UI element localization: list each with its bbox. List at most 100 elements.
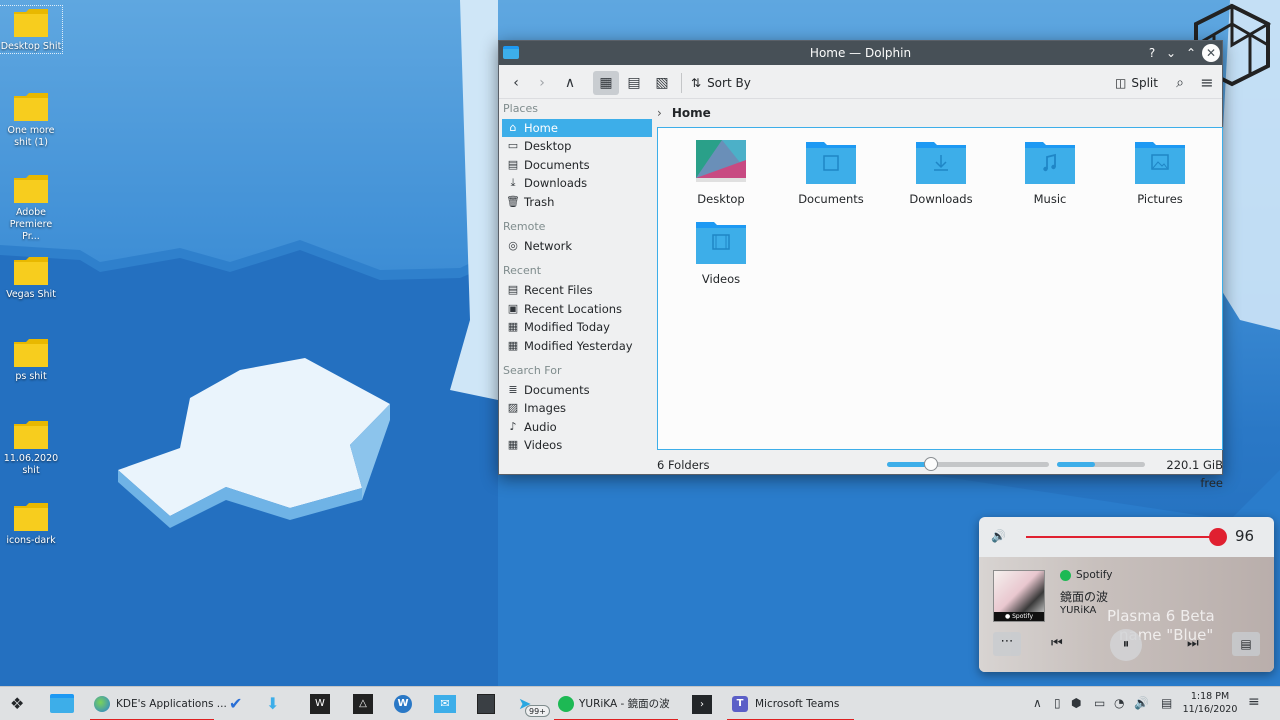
details-view-icon[interactable]: ▧ xyxy=(649,71,675,95)
task-kde-applications[interactable]: KDE's Applications ... xyxy=(90,687,227,720)
split-icon: ◫ xyxy=(1115,76,1127,90)
places-item[interactable]: ▦ Modified Yesterday xyxy=(502,337,652,355)
places-section-title: Places xyxy=(503,102,538,115)
desktop-folder[interactable]: Vegas Shit xyxy=(0,254,62,301)
dolphin-task-icon[interactable] xyxy=(50,694,74,713)
videos-icon: ▦ xyxy=(507,438,519,452)
places-item-label: Modified Yesterday xyxy=(524,338,633,353)
hamburger-menu-icon[interactable]: ≡ xyxy=(1194,71,1220,95)
file-item-label: Downloads xyxy=(909,192,973,206)
zoom-slider[interactable] xyxy=(887,457,1049,471)
task-spotify[interactable]: YURiKA - 鏡面の波 xyxy=(554,687,678,720)
places-item[interactable]: ▤ Documents xyxy=(502,156,652,174)
places-item[interactable]: ▤ Recent Files xyxy=(502,281,652,299)
places-item[interactable]: ▨ Images xyxy=(502,399,652,417)
compact-view-icon[interactable]: ▤ xyxy=(621,71,647,95)
sort-by-button[interactable]: ⇅ Sort By xyxy=(691,71,751,95)
play-pause-button[interactable]: ⏸ xyxy=(1110,629,1142,661)
writer-app-icon[interactable]: W xyxy=(394,695,412,713)
file-item[interactable]: Documents xyxy=(786,140,876,206)
places-item[interactable]: 🗑 Trash xyxy=(502,193,652,211)
help-button[interactable]: ? xyxy=(1143,44,1161,62)
minimize-button[interactable]: ⌄ xyxy=(1162,44,1180,62)
places-item-label: Videos xyxy=(524,438,563,453)
previous-track-button[interactable]: ⏮ xyxy=(1051,636,1063,651)
breadcrumb-home[interactable]: Home xyxy=(672,106,711,120)
file-item-label: Videos xyxy=(701,272,741,286)
desktop-folder-label: One more shit (1) xyxy=(7,125,55,148)
desktop-folder[interactable]: ps shit xyxy=(0,336,62,383)
panel-menu-icon[interactable]: ≡ xyxy=(1248,694,1260,710)
more-options-button[interactable]: ⋯ xyxy=(993,632,1021,656)
breadcrumb[interactable]: › Home xyxy=(657,103,711,123)
music-folder-icon xyxy=(1025,140,1075,184)
volume-value: 96 xyxy=(1235,527,1255,545)
places-item[interactable]: ▣ Recent Locations xyxy=(502,300,652,318)
maximize-button[interactable]: ⌃ xyxy=(1182,44,1200,62)
calculator-icon[interactable] xyxy=(477,694,495,714)
folder-icon xyxy=(13,90,49,122)
file-item-label: Desktop xyxy=(697,192,745,206)
volume-slider[interactable] xyxy=(1026,528,1227,546)
close-button[interactable]: ✕ xyxy=(1202,44,1220,62)
clock[interactable]: 1:18 PM 11/16/2020 xyxy=(1182,690,1238,716)
zoom-slider-handle[interactable] xyxy=(923,457,938,471)
desktop-folder-label: Desktop Shit xyxy=(0,41,62,52)
application-launcher-icon[interactable]: ❖ xyxy=(10,687,24,720)
places-item[interactable]: ⤓ Downloads xyxy=(502,174,652,192)
expand-tray-icon[interactable]: ∧ xyxy=(1033,696,1042,710)
file-item[interactable]: Downloads xyxy=(896,140,986,206)
file-item[interactable]: Music xyxy=(1005,140,1095,206)
task-kde-applications-label: KDE's Applications ... xyxy=(116,698,227,710)
terminal-icon[interactable]: › xyxy=(692,695,712,714)
forward-icon[interactable]: › xyxy=(529,71,555,95)
mail-icon[interactable]: ✉ xyxy=(434,695,456,713)
places-item[interactable]: ▭ Desktop xyxy=(502,137,652,155)
wifi-icon[interactable]: ◔ xyxy=(1114,696,1124,710)
volume-slider-handle[interactable] xyxy=(1209,528,1227,546)
places-item[interactable]: ♪ Audio xyxy=(502,418,652,436)
discover-icon[interactable]: ⬇ xyxy=(266,687,279,720)
usb-icon[interactable]: ▯ xyxy=(1054,696,1061,710)
file-view[interactable]: Desktop Documents Downloads Music Pictures Vi… xyxy=(657,127,1223,450)
places-item[interactable]: ◎ Network xyxy=(502,237,652,255)
desktop-folder[interactable]: Adobe Premiere Pr... xyxy=(0,172,62,243)
task-microsoft-teams[interactable]: T Microsoft Teams xyxy=(727,687,854,720)
desktop-folder-icon xyxy=(696,140,746,184)
places-item[interactable]: ⌂ Home xyxy=(502,119,652,138)
icons-view-icon[interactable]: ▦ xyxy=(593,71,619,95)
desktop-folder[interactable]: icons-dark xyxy=(0,500,62,547)
desktop-folder[interactable]: Desktop Shit xyxy=(0,5,63,54)
images-icon: ▨ xyxy=(507,401,519,415)
places-item[interactable]: ▦ Videos xyxy=(502,436,652,454)
title-bar[interactable]: Home — Dolphin ? ⌄ ⌃ ✕ xyxy=(499,41,1222,65)
split-button[interactable]: ◫ Split xyxy=(1115,71,1158,95)
volume-slider-fill xyxy=(1026,536,1218,538)
file-item[interactable]: Pictures xyxy=(1115,140,1205,206)
lyrics-button[interactable]: ▤ xyxy=(1232,632,1260,656)
notes-icon[interactable]: ▤ xyxy=(1161,696,1172,710)
speaker-icon[interactable]: 🔊 xyxy=(1134,696,1149,710)
next-track-button[interactable]: ⏭ xyxy=(1187,636,1199,651)
notch-app-icon[interactable]: △ xyxy=(353,694,373,714)
split-label: Split xyxy=(1131,76,1158,90)
desktop-folder[interactable]: 11.06.2020 shit xyxy=(0,418,62,477)
todo-icon[interactable]: ✔ xyxy=(229,687,242,720)
desktop-folder-label: icons-dark xyxy=(6,535,56,546)
desktop-folder-label: Vegas Shit xyxy=(6,289,56,300)
back-icon[interactable]: ‹ xyxy=(503,71,529,95)
battery-icon[interactable]: ▭ xyxy=(1094,696,1105,710)
file-item[interactable]: Desktop xyxy=(676,140,766,206)
search-icon[interactable]: ⌕ xyxy=(1167,71,1193,95)
kde-connect-icon[interactable]: ⬢ xyxy=(1071,696,1081,710)
desktop-folder[interactable]: One more shit (1) xyxy=(0,90,62,149)
task-microsoft-teams-label: Microsoft Teams xyxy=(755,698,840,710)
disk-usage-bar xyxy=(1057,462,1145,467)
places-item[interactable]: ▦ Modified Today xyxy=(502,318,652,336)
desktop-folder-label: ps shit xyxy=(15,371,47,382)
file-item[interactable]: Videos xyxy=(676,220,766,286)
places-item[interactable]: ≣ Documents xyxy=(502,381,652,399)
waveform-app-icon[interactable]: W xyxy=(310,694,330,714)
up-icon[interactable]: ∧ xyxy=(557,71,583,95)
videos-folder-icon xyxy=(696,220,746,264)
